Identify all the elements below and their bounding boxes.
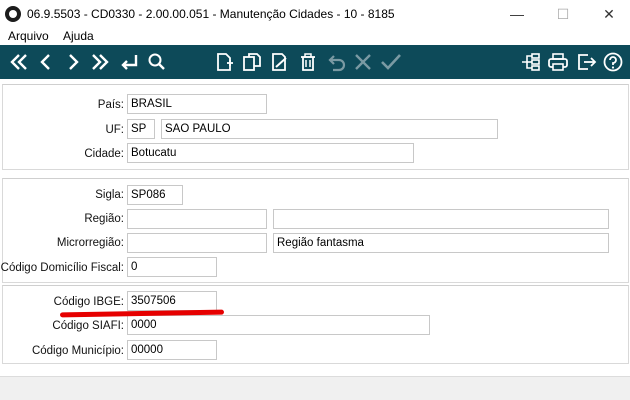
last-icon: [92, 54, 109, 70]
confirm-icon: [381, 54, 401, 70]
title-bar: 06.9.5503 - CD0330 - 2.00.00.051 - Manut…: [0, 0, 630, 28]
edit-icon: [272, 53, 287, 71]
undo-icon: [328, 55, 346, 72]
codes-group: Código IBGE: 3507506 Código SIAFI: 0000 …: [2, 285, 629, 364]
confirm-button[interactable]: [379, 49, 403, 75]
minimize-button[interactable]: —: [494, 0, 540, 28]
go-to-icon: [121, 55, 138, 70]
copy-button[interactable]: [240, 49, 264, 75]
microrregiao-code-field[interactable]: [127, 233, 267, 253]
first-icon: [10, 54, 27, 70]
cod-domicilio-field[interactable]: 0: [127, 257, 217, 277]
previous-icon: [40, 54, 50, 70]
undo-button[interactable]: [324, 49, 348, 75]
minimize-icon: —: [510, 6, 524, 22]
delete-icon: [301, 53, 315, 71]
copy-icon: [243, 53, 261, 71]
uf-code-field[interactable]: SP: [127, 119, 155, 139]
siafi-field[interactable]: 0000: [127, 315, 430, 335]
status-bar: [0, 376, 630, 400]
search-icon: [148, 53, 165, 70]
menu-arquivo[interactable]: Arquivo: [8, 29, 49, 43]
new-icon: [217, 53, 233, 71]
next-record-button[interactable]: [61, 49, 85, 75]
tree-button[interactable]: [518, 49, 542, 75]
form-area: País: BRASIL UF: SP SAO PAULO Cidade: Bo…: [0, 79, 630, 376]
cidade-field[interactable]: Botucatu: [127, 143, 414, 163]
exit-button[interactable]: [574, 49, 598, 75]
regiao-label: Região:: [84, 213, 124, 225]
microrregiao-label: Microrregião:: [56, 237, 124, 249]
edit-button[interactable]: [268, 49, 292, 75]
regiao-code-field[interactable]: [127, 209, 267, 229]
print-button[interactable]: [546, 49, 570, 75]
help-button[interactable]: [601, 49, 625, 75]
details-group: Sigla: SP086 Região: Microrregião: Regiã…: [0, 178, 629, 283]
exit-icon: [578, 54, 597, 70]
ibge-label: Código IBGE:: [53, 296, 124, 308]
search-button[interactable]: [145, 49, 169, 75]
menu-ajuda[interactable]: Ajuda: [63, 29, 94, 43]
menu-bar: Arquivo Ajuda: [0, 28, 630, 45]
print-icon: [548, 53, 568, 71]
pais-label: País:: [97, 99, 124, 111]
microrregiao-desc-field[interactable]: Região fantasma: [273, 233, 609, 253]
pais-field[interactable]: BRASIL: [127, 94, 267, 114]
municipio-field[interactable]: 00000: [127, 340, 217, 360]
siafi-label: Código SIAFI:: [52, 320, 124, 332]
municipio-label: Código Município:: [31, 345, 124, 357]
window-title: 06.9.5503 - CD0330 - 2.00.00.051 - Manut…: [27, 7, 395, 21]
cidade-label: Cidade:: [84, 148, 124, 160]
previous-record-button[interactable]: [34, 49, 58, 75]
app-logo-icon: [5, 6, 21, 22]
tree-icon: [522, 53, 540, 71]
sigla-field[interactable]: SP086: [127, 185, 183, 205]
new-button[interactable]: [212, 49, 236, 75]
last-record-button[interactable]: [88, 49, 112, 75]
maximize-icon: ☐: [556, 5, 570, 22]
uf-label: UF:: [105, 124, 124, 136]
delete-button[interactable]: [296, 49, 320, 75]
toolbar: [0, 45, 630, 79]
next-icon: [69, 54, 79, 70]
location-group: País: BRASIL UF: SP SAO PAULO Cidade: Bo…: [2, 84, 629, 170]
sigla-label: Sigla:: [95, 189, 124, 201]
regiao-desc-field[interactable]: [273, 209, 609, 229]
uf-name-field[interactable]: SAO PAULO: [161, 119, 498, 139]
close-icon: ✕: [603, 5, 615, 22]
first-record-button[interactable]: [7, 49, 31, 75]
close-button[interactable]: ✕: [586, 0, 630, 28]
cancel-button[interactable]: [351, 49, 375, 75]
help-icon: [603, 52, 623, 72]
maximize-button[interactable]: ☐: [540, 0, 586, 28]
go-to-button[interactable]: [117, 49, 141, 75]
cancel-icon: [355, 54, 371, 70]
ibge-field[interactable]: 3507506: [127, 291, 217, 311]
cod-domicilio-label: Código Domicílio Fiscal:: [0, 262, 124, 274]
